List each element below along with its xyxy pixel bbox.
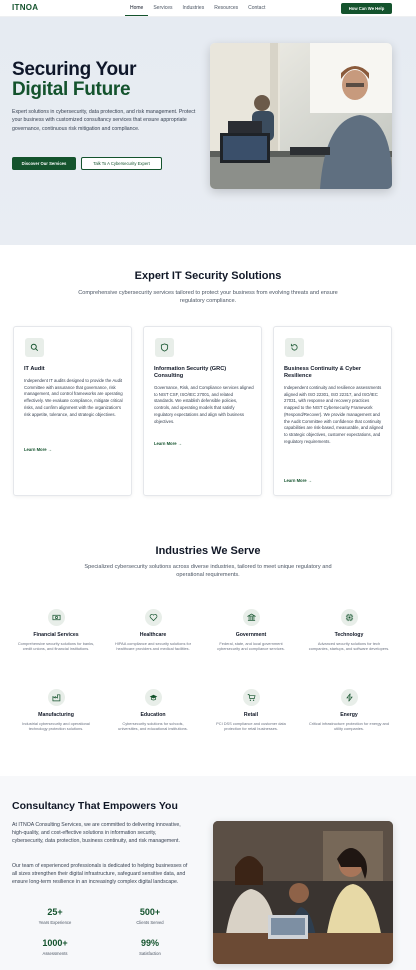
stat-value: 25+ (47, 907, 63, 917)
nav-links: Home Services Industries Resources Conta… (125, 0, 270, 16)
card-title: IT Audit (24, 366, 45, 372)
stat-value: 500+ (139, 907, 161, 917)
logo[interactable]: ITNOA (12, 3, 38, 12)
consultancy-para-1: At ITNOA Consulting Services, we are com… (12, 822, 181, 845)
stat-years: 25+ Years Experience (25, 907, 85, 925)
shield-icon (155, 338, 174, 357)
refresh-icon (285, 338, 304, 357)
stat-value: 1000+ (42, 938, 68, 948)
industry-desc: Industrial cybersecurity and operational… (22, 721, 90, 732)
industry-name: Technology (334, 632, 364, 638)
cart-icon (242, 689, 260, 706)
industry-desc: Comprehensive security solutions for ban… (17, 641, 95, 652)
industry-retail: Retail PCI DSS compliance and customer d… (206, 689, 296, 732)
consultancy-para-2: Our team of experienced professionals is… (12, 863, 188, 886)
nav-link-resources[interactable]: Resources (209, 0, 243, 16)
industry-manufacturing: Manufacturing Industrial cybersecurity a… (11, 689, 101, 732)
graduation-cap-icon (144, 689, 162, 706)
hero-title: Securing Your Digital Future (12, 59, 137, 100)
card-title: Business Continuity & Cyber Resilience (284, 366, 362, 380)
money-icon (47, 609, 65, 626)
card-text: Governance, Risk, and Compliance service… (154, 385, 254, 424)
industry-name: Education (140, 712, 166, 718)
industry-technology: Technology Advanced security solutions f… (304, 609, 394, 652)
hero-title-line2: Digital Future (12, 79, 131, 100)
card-text: Independent IT audits designed to provid… (24, 378, 123, 417)
help-button[interactable]: How Can We Help (341, 3, 392, 14)
industry-name: Healthcare (139, 632, 167, 638)
stat-value: 99% (140, 938, 159, 948)
industry-energy: Energy Critical infrastructure protectio… (304, 689, 394, 732)
industry-financial: Financial Services Comprehensive securit… (11, 609, 101, 652)
service-card-it-audit: IT Audit Independent IT audits designed … (13, 326, 132, 496)
card-text: Independent continuity and resilience as… (284, 385, 384, 444)
stat-label: Satisfaction (139, 951, 161, 956)
stat-clients: 500+ Clients Served (120, 907, 180, 925)
factory-icon (47, 689, 65, 706)
search-icon (25, 338, 44, 357)
industries-title: Industries We Serve (155, 545, 261, 557)
bolt-icon (340, 689, 358, 706)
chip-icon (340, 609, 358, 626)
industry-government: Government Federal, state, and local gov… (206, 609, 296, 652)
learn-more-link[interactable]: Learn More → (154, 441, 182, 446)
nav-link-industries[interactable]: Industries (178, 0, 210, 16)
industry-healthcare: Healthcare HIPAA compliance and security… (108, 609, 198, 652)
card-title: Information Security (GRC) Consulting (154, 366, 227, 380)
nav-link-home[interactable]: Home (125, 0, 149, 16)
industry-desc: Federal, state, and local government cyb… (217, 641, 285, 652)
industry-education: Education Cybersecurity solutions for sc… (108, 689, 198, 732)
hero-description: Expert solutions in cybersecurity, data … (12, 109, 196, 132)
industry-desc: PCI DSS compliance and customer data pro… (216, 721, 286, 732)
industry-desc: Cybersecurity solutions for schools, uni… (118, 721, 188, 732)
learn-more-link[interactable]: Learn More → (284, 478, 312, 483)
stat-label: Assessments (42, 951, 68, 956)
industry-name: Government (235, 632, 267, 638)
nav-link-services[interactable]: Services (148, 0, 177, 16)
industry-name: Energy (340, 712, 358, 718)
bank-icon (242, 609, 260, 626)
service-card-continuity: Business Continuity & Cyber Resilience I… (273, 326, 392, 496)
top-nav: ITNOA Home Services Industries Resources… (0, 0, 416, 17)
solutions-subtitle: Comprehensive cybersecurity services tai… (78, 290, 338, 305)
industry-name: Retail (243, 712, 259, 718)
hero-title-line1: Securing Your (12, 59, 137, 80)
team-meeting-photo (213, 821, 393, 964)
consultancy-title: Consultancy That Empowers You (12, 800, 178, 812)
stat-label: Years Experience (38, 920, 72, 925)
industry-name: Manufacturing (38, 712, 74, 718)
discover-services-button[interactable]: Discover Our Services (12, 157, 76, 170)
heart-icon (144, 609, 162, 626)
service-card-grc: Information Security (GRC) Consulting Go… (143, 326, 262, 496)
industry-desc: HIPAA compliance and security solutions … (114, 641, 192, 652)
talk-to-expert-button[interactable]: Talk To A Cybersecurity Expert (81, 157, 162, 170)
industry-desc: Advanced security solutions for tech com… (308, 641, 390, 652)
stat-label: Clients Served (136, 920, 164, 925)
nav-link-contact[interactable]: Contact (243, 0, 270, 16)
industries-subtitle: Specialized cybersecurity solutions acro… (84, 564, 332, 579)
stat-assessments: 1000+ Assessments (25, 938, 85, 956)
industry-desc: Critical infrastructure protection for e… (308, 721, 389, 732)
learn-more-link[interactable]: Learn More → (24, 447, 52, 452)
stat-satisfaction: 99% Satisfaction (120, 938, 180, 956)
hero-office-photo (210, 43, 392, 189)
industry-name: Financial Services (33, 632, 79, 638)
solutions-title: Expert IT Security Solutions (134, 270, 282, 282)
